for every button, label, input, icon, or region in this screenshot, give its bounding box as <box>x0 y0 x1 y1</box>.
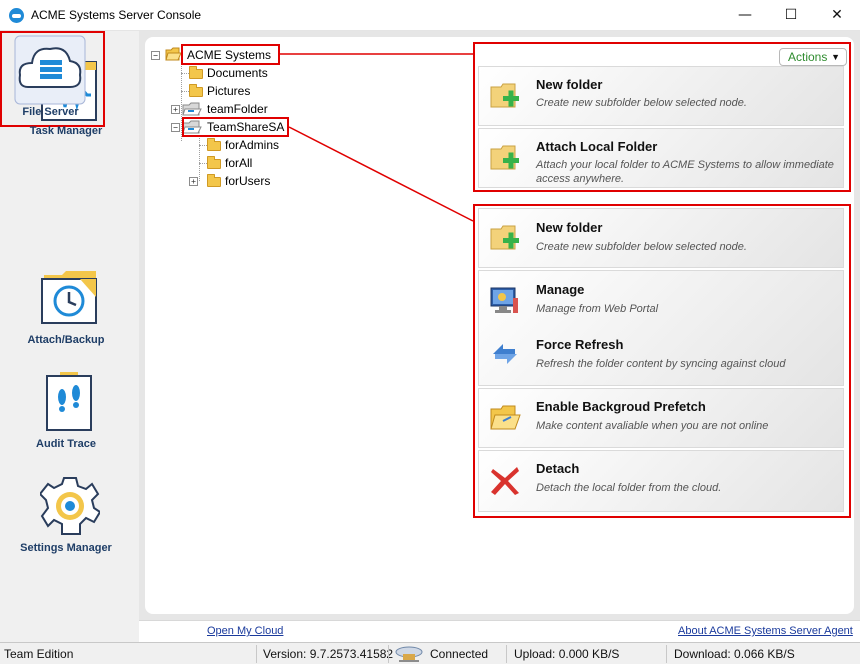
action-desc: Create new subfolder below selected node… <box>536 241 747 253</box>
callout-lines <box>280 53 474 222</box>
refresh-icon <box>493 344 517 364</box>
action-attach-local-folder[interactable]: Attach Local Folder Attach your local fo… <box>478 128 844 188</box>
status-bar: Team Edition Version: 9.7.2573.41582 Con… <box>0 642 860 664</box>
actions-panel-teamshare: New folder Create new subfolder below se… <box>473 204 851 518</box>
sidebar-label-task-manager: Task Manager <box>29 125 103 137</box>
chevron-down-icon: ▼ <box>831 52 840 62</box>
sidebar-label-file-server: File Server <box>22 106 79 118</box>
action-new-folder-top[interactable]: New folder Create new subfolder below se… <box>478 66 844 126</box>
version-text: Version: 9.7.2573.41582 <box>263 647 394 661</box>
title-bar: ACME Systems Server Console — ☐ ✕ <box>0 0 860 31</box>
about-link[interactable]: About ACME Systems Server Agent <box>678 625 853 637</box>
new-folder-icon <box>490 83 519 108</box>
action-desc: Detach the local folder from the cloud. <box>536 482 722 494</box>
action-force-refresh[interactable]: Force Refresh Refresh the folder content… <box>479 327 843 385</box>
sidebar-item-audit-trace[interactable]: Audit Trace <box>4 371 128 455</box>
gear-icon <box>40 477 100 535</box>
action-title: Attach Local Folder <box>536 139 658 154</box>
action-enable-prefetch[interactable]: Enable Backgroud Prefetch Make content a… <box>478 388 844 448</box>
upload-text: Upload: 0.000 KB/S <box>514 647 620 661</box>
monitor-icon <box>490 287 518 313</box>
action-title: Detach <box>536 461 580 476</box>
actions-label: Actions <box>788 50 828 64</box>
sidebar-item-settings-manager[interactable]: Settings Manager <box>4 474 128 558</box>
sidebar: Task Manager File Server Attach/Backup A… <box>0 31 139 642</box>
sidebar-label-audit-trace: Audit Trace <box>36 438 96 450</box>
action-desc: Make content avaliable when you are not … <box>536 420 769 432</box>
action-group-manage-refresh: Manage Manage from Web Portal Force Refr… <box>478 270 844 386</box>
open-my-cloud-link[interactable]: Open My Cloud <box>207 625 283 637</box>
app-cloud-icon <box>9 8 24 23</box>
download-text: Download: 0.066 KB/S <box>674 647 795 661</box>
action-title: Enable Backgroud Prefetch <box>536 399 706 414</box>
link-bar: Open My Cloud About ACME Systems Server … <box>139 620 860 642</box>
edition-text: Team Edition <box>4 647 74 661</box>
action-title: Force Refresh <box>536 337 624 352</box>
action-desc: Create new subfolder below selected node… <box>536 97 747 109</box>
status-divider <box>388 645 389 663</box>
open-folder-icon <box>490 405 521 430</box>
action-title: Manage <box>536 282 585 297</box>
sidebar-item-attach-backup[interactable]: Attach/Backup <box>4 267 128 351</box>
minimize-button[interactable]: — <box>722 0 768 30</box>
close-button[interactable]: ✕ <box>814 0 860 30</box>
actions-panel-root: Actions ▼ New folder Create new subfolde… <box>473 42 851 192</box>
sidebar-label-settings-manager: Settings Manager <box>20 542 112 554</box>
action-manage[interactable]: Manage Manage from Web Portal <box>479 271 843 327</box>
window-title: ACME Systems Server Console <box>31 8 202 22</box>
action-desc: Manage from Web Portal <box>536 303 659 315</box>
action-title: New folder <box>536 220 603 235</box>
action-desc: Refresh the folder content by syncing ag… <box>536 358 786 370</box>
maximize-button[interactable]: ☐ <box>768 0 814 30</box>
action-title: New folder <box>536 77 603 92</box>
status-divider <box>256 645 257 663</box>
status-divider <box>666 645 667 663</box>
status-divider <box>506 645 507 663</box>
action-desc: Attach your local folder to ACME Systems… <box>536 159 834 185</box>
server-cloud-icon <box>14 35 86 105</box>
clock-folder-icon <box>41 271 97 324</box>
sidebar-label-attach-backup: Attach/Backup <box>27 334 105 346</box>
connection-text: Connected <box>430 647 489 661</box>
attach-folder-icon <box>490 145 519 170</box>
red-x-icon <box>491 467 519 495</box>
action-detach[interactable]: Detach Detach the local folder from the … <box>478 450 844 512</box>
connection-status-icon <box>395 646 423 662</box>
new-folder-icon <box>490 225 519 250</box>
footprints-icon <box>46 372 92 431</box>
actions-dropdown[interactable]: Actions ▼ <box>779 48 847 66</box>
action-new-folder[interactable]: New folder Create new subfolder below se… <box>478 208 844 268</box>
